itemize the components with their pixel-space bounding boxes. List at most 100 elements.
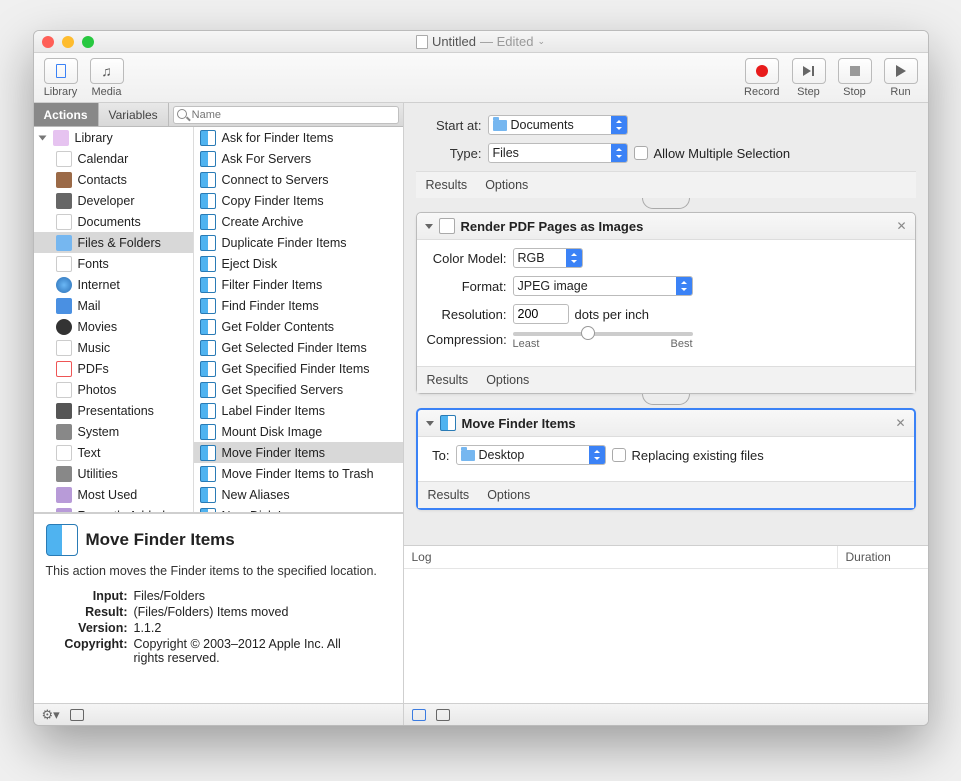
remove-action-button[interactable]: ✕ <box>896 219 906 233</box>
replace-label: Replacing existing files <box>632 448 764 463</box>
detail-version: 1.1.2 <box>134 621 162 635</box>
media-label: Media <box>92 86 122 98</box>
category-item[interactable]: Mail <box>34 295 193 316</box>
type-select[interactable]: Files <box>488 143 628 163</box>
category-item[interactable]: Contacts <box>34 169 193 190</box>
category-item[interactable]: Developer <box>34 190 193 211</box>
library-toolbar-button[interactable]: Library <box>44 58 78 98</box>
category-item[interactable]: Recently Added <box>34 505 193 512</box>
step-button[interactable]: Step <box>792 58 826 98</box>
category-item[interactable]: Utilities <box>34 463 193 484</box>
allow-multiple-label: Allow Multiple Selection <box>654 146 791 161</box>
action-item[interactable]: Get Specified Servers <box>194 379 403 400</box>
results-link[interactable]: Results <box>426 178 468 192</box>
connector <box>416 394 916 408</box>
chevron-down-icon[interactable]: ⌄ <box>538 36 546 47</box>
action-item[interactable]: Connect to Servers <box>194 169 403 190</box>
category-item[interactable]: Presentations <box>34 400 193 421</box>
category-item[interactable]: System <box>34 421 193 442</box>
action-item[interactable]: Get Specified Finder Items <box>194 358 403 379</box>
tab-variables[interactable]: Variables <box>99 103 169 126</box>
start-at-select[interactable]: Documents <box>488 115 628 135</box>
gear-icon[interactable]: ⚙︎▾ <box>42 707 60 723</box>
detail-result: (Files/Folders) Items moved <box>134 605 289 619</box>
tab-actions[interactable]: Actions <box>34 103 99 126</box>
log-column-header[interactable]: Log <box>404 546 838 568</box>
results-link[interactable]: Results <box>428 488 470 502</box>
to-folder-select[interactable]: Desktop <box>456 445 606 465</box>
action-item[interactable]: Create Archive <box>194 211 403 232</box>
stop-icon <box>850 66 860 76</box>
disclosure-triangle-icon[interactable] <box>426 421 434 426</box>
action-item[interactable]: Mount Disk Image <box>194 421 403 442</box>
category-item[interactable]: Calendar <box>34 148 193 169</box>
toolbar: Library ♫ Media Record Step Stop Run <box>34 53 928 103</box>
category-item[interactable]: Movies <box>34 316 193 337</box>
workflow-pane: Start at: Documents Type: Files Allow Mu… <box>404 103 928 725</box>
document-icon <box>416 35 428 49</box>
record-button[interactable]: Record <box>744 58 779 98</box>
library-label: Library <box>44 86 78 98</box>
action-item[interactable]: Move Finder Items <box>194 442 403 463</box>
action-item[interactable]: Ask for Finder Items <box>194 127 403 148</box>
results-link[interactable]: Results <box>427 373 469 387</box>
category-item[interactable]: Text <box>34 442 193 463</box>
category-list[interactable]: LibraryCalendarContactsDeveloperDocument… <box>34 127 194 512</box>
detail-copyright: Copyright © 2003–2012 Apple Inc. All rig… <box>134 637 364 665</box>
automator-window: Untitled — Edited ⌄ Library ♫ Media Reco… <box>33 30 929 726</box>
category-item[interactable]: Music <box>34 337 193 358</box>
media-toolbar-button[interactable]: ♫ Media <box>90 58 124 98</box>
window-title-text: Untitled <box>432 34 476 49</box>
toggle-detail-button[interactable] <box>70 709 84 721</box>
action-item[interactable]: Label Finder Items <box>194 400 403 421</box>
run-button[interactable]: Run <box>884 58 918 98</box>
format-select[interactable]: JPEG image <box>513 276 693 296</box>
duration-column-header[interactable]: Duration <box>838 546 928 568</box>
category-item[interactable]: Fonts <box>34 253 193 274</box>
view-mode-grid-button[interactable] <box>436 709 450 721</box>
category-item[interactable]: Documents <box>34 211 193 232</box>
action-item[interactable]: Filter Finder Items <box>194 274 403 295</box>
action-item[interactable]: Find Finder Items <box>194 295 403 316</box>
category-item[interactable]: Most Used <box>34 484 193 505</box>
action-item[interactable]: New Disk Image <box>194 505 403 512</box>
category-item[interactable]: Photos <box>34 379 193 400</box>
category-item[interactable]: Files & Folders <box>34 232 193 253</box>
category-item[interactable]: PDFs <box>34 358 193 379</box>
replace-checkbox[interactable] <box>612 448 626 462</box>
action-list[interactable]: Ask for Finder ItemsAsk For ServersConne… <box>194 127 403 512</box>
remove-action-button[interactable]: ✕ <box>895 416 905 430</box>
action-item[interactable]: New Aliases <box>194 484 403 505</box>
color-model-select[interactable]: RGB <box>513 248 583 268</box>
category-item[interactable]: Internet <box>34 274 193 295</box>
right-statusbar <box>404 703 928 725</box>
folder-icon <box>461 450 475 461</box>
detail-input: Files/Folders <box>134 589 206 603</box>
detail-description: This action moves the Finder items to th… <box>46 564 391 578</box>
action-item[interactable]: Duplicate Finder Items <box>194 232 403 253</box>
stop-button[interactable]: Stop <box>838 58 872 98</box>
compression-slider[interactable] <box>513 332 693 336</box>
action-item[interactable]: Ask For Servers <box>194 148 403 169</box>
pdf-action-icon <box>439 218 455 234</box>
options-link[interactable]: Options <box>486 373 529 387</box>
options-link[interactable]: Options <box>485 178 528 192</box>
finder-icon <box>46 524 78 556</box>
search-input[interactable] <box>173 106 399 124</box>
action-item[interactable]: Move Finder Items to Trash <box>194 463 403 484</box>
disclosure-triangle-icon[interactable] <box>425 224 433 229</box>
resolution-unit: dots per inch <box>575 307 649 322</box>
view-mode-list-button[interactable] <box>412 709 426 721</box>
options-link[interactable]: Options <box>487 488 530 502</box>
action-item[interactable]: Get Selected Finder Items <box>194 337 403 358</box>
action-card-move-finder: Move Finder Items ✕ To: Desktop Replacin… <box>416 408 916 510</box>
left-statusbar: ⚙︎▾ <box>34 703 403 725</box>
resolution-input[interactable] <box>513 304 569 324</box>
record-icon <box>756 65 768 77</box>
action-item[interactable]: Eject Disk <box>194 253 403 274</box>
action-item[interactable]: Copy Finder Items <box>194 190 403 211</box>
allow-multiple-checkbox[interactable] <box>634 146 648 160</box>
play-icon <box>896 65 906 77</box>
library-root[interactable]: Library <box>34 127 193 148</box>
action-item[interactable]: Get Folder Contents <box>194 316 403 337</box>
